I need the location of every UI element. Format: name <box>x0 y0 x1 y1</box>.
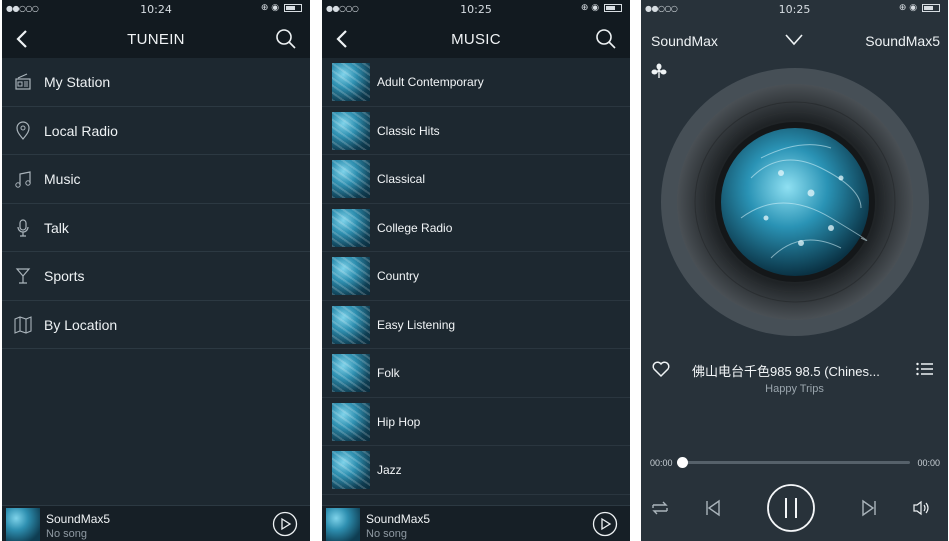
location-pin-icon <box>16 120 30 140</box>
genre-artwork <box>332 451 370 489</box>
menu-item-talk[interactable]: Talk <box>2 204 310 252</box>
chevron-down-icon[interactable] <box>782 30 806 50</box>
search-icon[interactable] <box>274 27 298 51</box>
repeat-icon[interactable] <box>649 497 671 519</box>
menu-item-sports[interactable]: Sports <box>2 252 310 301</box>
menu-item-label: Local Radio <box>44 122 118 139</box>
genre-item[interactable]: Hip Hop <box>322 398 630 446</box>
menu-item-label: Sports <box>44 268 85 284</box>
genre-label: Classic Hits <box>377 123 440 138</box>
genre-item[interactable]: Adult Contemporary <box>322 58 630 107</box>
radio-icon <box>15 73 31 90</box>
menu-item-label: Talk <box>44 219 69 236</box>
mini-player[interactable]: SoundMax5 No song <box>2 505 310 541</box>
genre-artwork <box>332 354 370 392</box>
time-elapsed: 00:00 <box>650 458 673 468</box>
genre-label: Hip Hop <box>377 414 421 429</box>
heart-icon[interactable] <box>651 360 671 378</box>
album-disc <box>661 68 929 336</box>
mini-player[interactable]: SoundMax5 No song <box>322 505 630 541</box>
genre-label: Jazz <box>377 463 402 477</box>
status-bar: ●●○○○ 10:25 ⊕ ◉ <box>322 0 630 20</box>
progress-knob[interactable] <box>677 457 688 468</box>
battery-icon: ⊕ ◉ <box>261 3 302 13</box>
genre-artwork <box>332 402 370 441</box>
genre-label: Country <box>377 269 420 283</box>
menu-item-music[interactable]: Music <box>2 155 310 204</box>
tunein-menu: My Station Local Radio Music Talk Sports… <box>2 58 310 349</box>
genre-artwork <box>332 305 370 344</box>
player-header: SoundMax SoundMax5 <box>641 20 948 60</box>
song-title: 佛山电台千色985 98.5 (Chines... <box>692 364 880 379</box>
time-total: 00:00 <box>917 458 940 468</box>
genre-label: College Radio <box>377 220 453 235</box>
next-track-icon[interactable] <box>858 497 880 519</box>
previous-track-icon[interactable] <box>702 497 724 519</box>
genre-list: Adult Contemporary Classic Hits Classica… <box>322 58 630 495</box>
playlist-icon[interactable] <box>916 361 934 377</box>
status-bar: ●●○○○ 10:25 ⊕ ◉ <box>641 0 948 20</box>
battery-icon: ⊕ ◉ <box>581 3 622 13</box>
genre-artwork <box>332 111 370 150</box>
genre-item[interactable]: Classical <box>322 155 630 204</box>
genre-item[interactable]: Country <box>322 252 630 301</box>
trophy-icon <box>15 268 31 284</box>
mini-player-artwork <box>326 508 360 541</box>
genre-item[interactable]: College Radio <box>322 204 630 252</box>
back-icon[interactable] <box>12 26 36 52</box>
genre-label: Folk <box>377 366 400 380</box>
device-name[interactable]: SoundMax5 <box>865 33 940 49</box>
genre-artwork <box>332 160 370 198</box>
nav-bar: MUSIC <box>322 20 630 58</box>
genre-artwork <box>332 63 370 101</box>
microphone-icon <box>17 218 29 237</box>
status-bar: ●●○○○ 10:24 ⊕ ◉ <box>2 0 310 20</box>
genre-item[interactable]: Classic Hits <box>322 107 630 155</box>
song-artist: Happy Trips <box>765 383 824 395</box>
music-note-icon <box>15 171 31 188</box>
page-title: MUSIC <box>451 31 501 48</box>
menu-item-label: By Location <box>44 316 118 333</box>
nav-bar: TUNEIN <box>2 20 310 58</box>
genre-artwork <box>332 208 370 247</box>
mini-player-status: No song <box>46 528 87 540</box>
mini-player-status: No song <box>366 528 407 540</box>
genre-item[interactable]: Folk <box>322 349 630 398</box>
genre-label: Adult Contemporary <box>377 75 484 89</box>
back-icon[interactable] <box>332 26 356 52</box>
genre-item[interactable]: Jazz <box>322 446 630 495</box>
tunein-screen: ●●○○○ 10:24 ⊕ ◉ TUNEIN My Station Local … <box>2 0 310 541</box>
menu-item-label: Music <box>44 171 81 187</box>
mini-player-device: SoundMax5 <box>366 512 431 526</box>
source-name: SoundMax <box>651 33 718 49</box>
mini-player-device: SoundMax5 <box>46 512 111 526</box>
menu-item-by-location[interactable]: By Location <box>2 301 310 349</box>
genre-item[interactable]: Easy Listening <box>322 301 630 349</box>
genre-label: Classical <box>377 172 426 186</box>
search-icon[interactable] <box>594 27 618 51</box>
pause-icon[interactable] <box>766 483 816 533</box>
genre-label: Easy Listening <box>377 317 456 332</box>
now-playing-screen: ●●○○○ 10:25 ⊕ ◉ SoundMax SoundMax5 佛山电台千… <box>641 0 948 541</box>
battery-icon: ⊕ ◉ <box>899 3 940 13</box>
menu-item-label: My Station <box>44 74 111 90</box>
mini-player-artwork <box>6 508 40 541</box>
menu-item-local-radio[interactable]: Local Radio <box>2 107 310 155</box>
progress-slider[interactable] <box>677 457 910 468</box>
page-title: TUNEIN <box>127 31 185 48</box>
map-icon <box>14 315 32 334</box>
menu-item-my-station[interactable]: My Station <box>2 58 310 107</box>
play-icon[interactable] <box>272 511 298 537</box>
volume-icon[interactable] <box>913 500 931 516</box>
music-genres-screen: ●●○○○ 10:25 ⊕ ◉ MUSIC Adult Contemporary… <box>322 0 630 541</box>
play-icon[interactable] <box>592 511 618 537</box>
genre-artwork <box>332 257 370 295</box>
